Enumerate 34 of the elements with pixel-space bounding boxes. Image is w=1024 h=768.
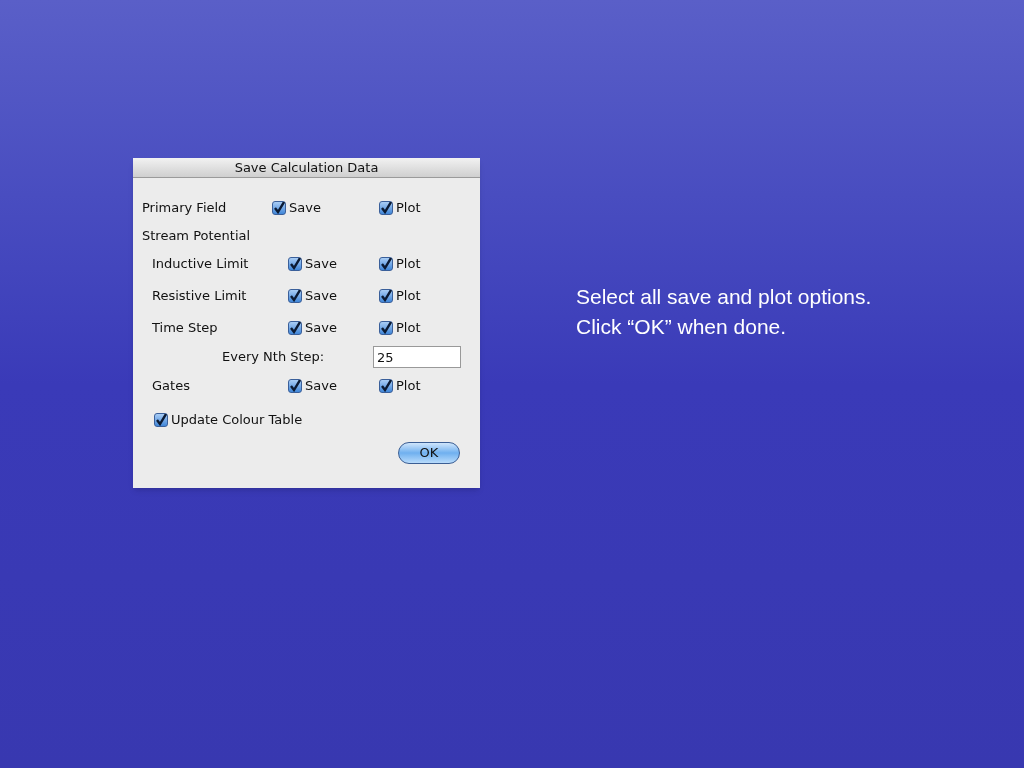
- row-label: Inductive Limit: [152, 255, 250, 274]
- field-label: Every Nth Step:: [222, 348, 326, 367]
- checkbox[interactable]: Save: [288, 318, 379, 338]
- checkbox[interactable]: Plot: [379, 318, 421, 338]
- checkbox[interactable]: Save: [288, 254, 379, 274]
- checkbox-label: Save: [305, 319, 337, 338]
- checkbox-label: Plot: [396, 377, 421, 396]
- checkbox-label: Save: [305, 377, 337, 396]
- checkbox-label: Plot: [396, 287, 421, 306]
- instruction-text: Select all save and plot options.: [576, 284, 872, 310]
- checkbox-label: Plot: [396, 255, 421, 274]
- instruction-text: Click “OK” when done.: [576, 314, 788, 340]
- checkbox-label: Save: [289, 199, 321, 218]
- checkbox[interactable]: Plot: [379, 286, 421, 306]
- row-label: Resistive Limit: [152, 287, 248, 306]
- checkbox[interactable]: Plot: [379, 376, 421, 396]
- row-label: Primary Field: [142, 199, 228, 218]
- checkbox[interactable]: Plot: [379, 198, 421, 218]
- checkbox-label: Save: [305, 255, 337, 274]
- checkbox-label: Plot: [396, 199, 421, 218]
- ok-button[interactable]: OK: [398, 441, 460, 464]
- input-field[interactable]: 25: [373, 346, 461, 368]
- checkbox-label: Plot: [396, 319, 421, 338]
- checkbox[interactable]: Save: [272, 198, 379, 218]
- checkbox[interactable]: Update Colour Table: [154, 410, 471, 430]
- window-title: Save Calculation Data: [133, 158, 480, 178]
- checkbox[interactable]: Plot: [379, 254, 421, 274]
- group-label: Stream Potential: [142, 227, 252, 246]
- checkbox[interactable]: Save: [288, 286, 379, 306]
- checkbox-label: Update Colour Table: [171, 411, 303, 429]
- row-label: Gates: [152, 377, 191, 396]
- checkbox[interactable]: Save: [288, 376, 379, 396]
- checkbox-label: Save: [305, 287, 337, 306]
- row-label: Time Step: [152, 319, 219, 338]
